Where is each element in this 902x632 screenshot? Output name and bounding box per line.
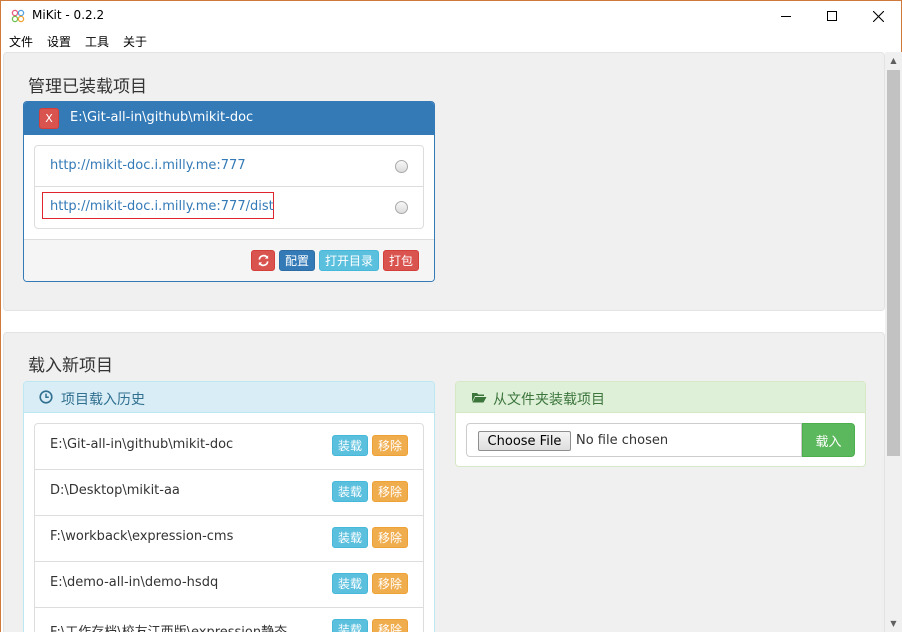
vertical-scrollbar[interactable]: ▲ ▼ <box>885 52 902 632</box>
menu-settings[interactable]: 设置 <box>47 33 71 50</box>
history-remove-button[interactable]: 移除 <box>372 527 408 548</box>
folder-load-title: 从文件夹装载项目 <box>493 392 605 408</box>
package-button[interactable]: 打包 <box>383 250 419 271</box>
choose-file-button[interactable]: Choose File <box>478 431 571 451</box>
folder-load-panel: 从文件夹装载项目 Choose File No file chosen 载入 <box>455 381 866 467</box>
no-file-text: No file chosen <box>576 433 669 448</box>
scrollbar-thumb[interactable] <box>887 70 900 456</box>
loaded-project-footer: 配置 打开目录 打包 <box>24 239 434 281</box>
history-remove-button[interactable]: 移除 <box>372 435 408 456</box>
app-logo-icon <box>11 9 25 23</box>
refresh-icon <box>257 254 269 267</box>
history-title: 项目载入历史 <box>61 392 145 408</box>
history-load-button[interactable]: 装载 <box>332 481 368 502</box>
history-remove-button[interactable]: 移除 <box>372 481 408 502</box>
loaded-projects-section: 管理已装载项目 X E:\Git-all-in\github\mikit-doc… <box>3 52 885 311</box>
url-link[interactable]: http://mikit-doc.i.milly.me:777/dist <box>50 199 274 214</box>
loaded-projects-title: 管理已装载项目 <box>28 77 147 97</box>
history-load-button[interactable]: 装载 <box>332 619 368 632</box>
history-remove-button[interactable]: 移除 <box>372 573 408 594</box>
scroll-up-icon[interactable]: ▲ <box>885 52 902 69</box>
project-path: E:\Git-all-in\github\mikit-doc <box>70 110 254 125</box>
loaded-project-panel: X E:\Git-all-in\github\mikit-doc http://… <box>23 101 435 282</box>
history-item: D:\Desktop\mikit-aa 装载 移除 <box>35 470 423 516</box>
load-new-project-title: 载入新项目 <box>28 356 113 376</box>
open-directory-button[interactable]: 打开目录 <box>319 250 379 271</box>
file-input-group: Choose File No file chosen 载入 <box>466 423 855 457</box>
history-path: D:\Desktop\mikit-aa <box>50 483 180 498</box>
clock-icon <box>39 390 53 404</box>
history-load-button[interactable]: 装载 <box>332 527 368 548</box>
history-path: E:\Git-all-in\github\mikit-doc <box>50 437 234 452</box>
history-panel: 项目载入历史 E:\Git-all-in\github\mikit-doc 装载… <box>23 381 435 632</box>
url-list-item: http://mikit-doc.i.milly.me:777/dist <box>35 187 423 229</box>
maximize-button[interactable] <box>809 1 855 31</box>
loaded-project-header: X E:\Git-all-in\github\mikit-doc <box>24 102 434 135</box>
history-path: E:\demo-all-in\demo-hsdq <box>50 575 219 590</box>
history-item: F:\工作存档\校友江西版\expression静态 装载 移除 <box>35 608 423 632</box>
history-list: E:\Git-all-in\github\mikit-doc 装载 移除 D:\… <box>34 423 424 632</box>
unload-project-button[interactable]: X <box>39 108 59 129</box>
history-load-button[interactable]: 装载 <box>332 573 368 594</box>
refresh-button[interactable] <box>251 250 275 271</box>
history-remove-button[interactable]: 移除 <box>372 619 408 632</box>
history-load-button[interactable]: 装载 <box>332 435 368 456</box>
url-list-item: http://mikit-doc.i.milly.me:777 <box>35 146 423 187</box>
load-new-project-section: 载入新项目 项目载入历史 E:\Git-all-in\github\mikit-… <box>3 332 885 632</box>
history-path: F:\工作存档\校友江西版\expression静态 <box>50 621 287 632</box>
menu-tools[interactable]: 工具 <box>85 33 109 50</box>
import-button[interactable]: 载入 <box>802 423 855 457</box>
minimize-icon <box>781 16 791 17</box>
menu-about[interactable]: 关于 <box>123 33 147 50</box>
title-bar: MiKit - 0.2.2 <box>1 1 901 31</box>
history-item: F:\workback\expression-cms 装载 移除 <box>35 516 423 562</box>
main-content: 管理已装载项目 X E:\Git-all-in\github\mikit-doc… <box>1 52 885 632</box>
window-title: MiKit - 0.2.2 <box>32 8 105 22</box>
close-window-button[interactable] <box>855 1 901 31</box>
url-radio[interactable] <box>395 201 408 214</box>
url-link[interactable]: http://mikit-doc.i.milly.me:777 <box>50 158 246 173</box>
scroll-down-icon[interactable]: ▼ <box>885 615 902 632</box>
history-header: 项目载入历史 <box>24 382 434 413</box>
close-icon <box>872 10 884 22</box>
history-item: E:\Git-all-in\github\mikit-doc 装载 移除 <box>35 424 423 470</box>
app-window: MiKit - 0.2.2 文件 设置 工具 关于 管理已装载项目 X E:\G… <box>0 0 902 632</box>
history-item: E:\demo-all-in\demo-hsdq 装载 移除 <box>35 562 423 608</box>
menu-bar: 文件 设置 工具 关于 <box>1 31 901 51</box>
config-button[interactable]: 配置 <box>279 250 315 271</box>
url-radio[interactable] <box>395 160 408 173</box>
url-list: http://mikit-doc.i.milly.me:777 http://m… <box>34 145 424 229</box>
folder-open-icon <box>472 393 487 403</box>
menu-file[interactable]: 文件 <box>9 33 33 50</box>
folder-load-header: 从文件夹装载项目 <box>456 382 865 413</box>
maximize-icon <box>827 11 837 21</box>
history-path: F:\workback\expression-cms <box>50 529 234 544</box>
file-input[interactable]: Choose File No file chosen <box>466 423 802 457</box>
minimize-button[interactable] <box>763 1 809 31</box>
